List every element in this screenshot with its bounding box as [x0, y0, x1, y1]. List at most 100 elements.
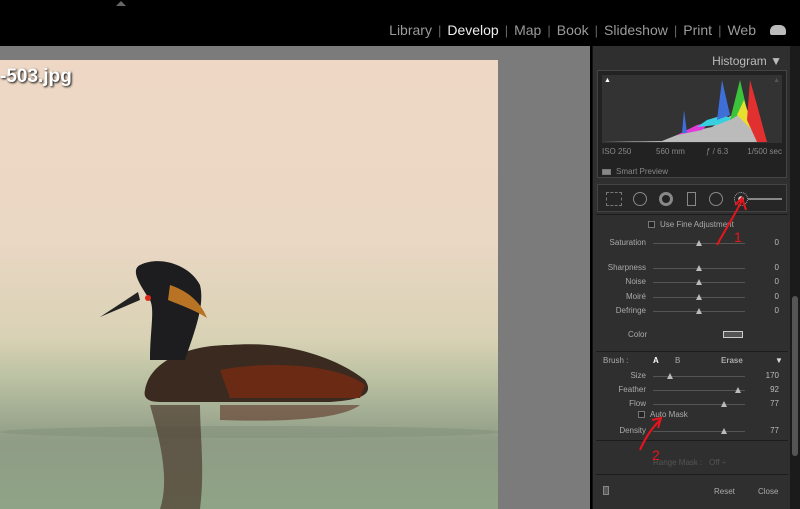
close-button[interactable]: Close: [758, 487, 778, 496]
slider-track[interactable]: [653, 240, 745, 246]
module-develop[interactable]: Develop: [441, 22, 504, 38]
smart-preview-status[interactable]: Smart Preview: [602, 167, 668, 176]
brush-label: Brush :: [603, 356, 629, 365]
spot-removal-tool-icon[interactable]: [633, 192, 647, 206]
slider-density[interactable]: Density 77: [593, 426, 791, 438]
color-swatch[interactable]: [723, 331, 743, 338]
slider-value[interactable]: 77: [770, 399, 779, 408]
color-label: Color: [628, 330, 648, 339]
slider-track[interactable]: [653, 294, 745, 300]
range-mask-label: Range Mask :: [653, 458, 703, 467]
exif-focal: 560 mm: [656, 147, 685, 156]
slider-noise[interactable]: Noise 0: [593, 277, 791, 289]
slider-thumb[interactable]: [696, 294, 702, 300]
fine-adjustment-option[interactable]: Use Fine Adjustment: [648, 220, 734, 229]
tool-strip: [597, 184, 787, 212]
range-mask[interactable]: Range Mask : Off ÷: [653, 458, 726, 467]
slider-thumb[interactable]: [696, 308, 702, 314]
module-slideshow[interactable]: Slideshow: [598, 22, 674, 38]
slider-thumb[interactable]: [666, 373, 673, 379]
module-print[interactable]: Print: [677, 22, 718, 38]
module-library[interactable]: Library: [383, 22, 438, 38]
slider-value[interactable]: 0: [775, 238, 779, 247]
module-web[interactable]: Web: [721, 22, 762, 38]
slider-value[interactable]: 0: [775, 306, 779, 315]
module-map[interactable]: Map: [508, 22, 547, 38]
histogram-graph: ▲ ▲: [602, 75, 782, 143]
brush-collapse-icon[interactable]: ▼: [775, 356, 783, 365]
red-eye-tool-icon[interactable]: [659, 192, 673, 206]
brush-erase-tab[interactable]: Erase: [721, 356, 743, 365]
slider-flow[interactable]: Flow 77: [593, 399, 791, 411]
slider-size[interactable]: Size 170: [593, 371, 791, 383]
slider-value[interactable]: 0: [775, 292, 779, 301]
slider-saturation[interactable]: Saturation 0: [593, 238, 791, 250]
slider-thumb[interactable]: [734, 387, 741, 393]
slider-thumb[interactable]: [696, 279, 702, 285]
slider-label: Flow: [629, 399, 646, 408]
reset-button[interactable]: Reset: [714, 487, 735, 496]
slider-label: Noise: [625, 277, 646, 286]
auto-mask-label: Auto Mask: [650, 410, 688, 419]
slider-track[interactable]: [653, 265, 745, 271]
mask-overlay-toggle-icon[interactable]: [603, 486, 609, 495]
slider-track[interactable]: [653, 428, 745, 434]
slider-defringe[interactable]: Defringe 0: [593, 306, 791, 318]
slider-track[interactable]: [653, 279, 745, 285]
slider-track[interactable]: [653, 401, 745, 407]
slider-value[interactable]: 0: [775, 263, 779, 272]
module-bar: Library | Develop | Map | Book | Slideshow | Print…: [0, 0, 800, 46]
filename-overlay: -503.jpg: [0, 66, 72, 87]
slider-thumb[interactable]: [696, 240, 702, 246]
collapse-triangle-icon: ▼: [770, 54, 782, 68]
fine-adjustment-label: Use Fine Adjustment: [660, 220, 734, 229]
collapse-top-panel-icon[interactable]: [116, 1, 126, 6]
histogram-panel: ▲ ▲ ISO 250 560 mm ƒ / 6.3 1/500 sec Sma…: [597, 70, 787, 178]
photo[interactable]: -503.jpg: [0, 60, 498, 509]
slider-sharpness[interactable]: Sharpness 0: [593, 263, 791, 275]
grebe-illustration: [0, 261, 498, 509]
range-mask-select[interactable]: Off ÷: [709, 458, 726, 467]
slider-thumb[interactable]: [720, 428, 727, 434]
slider-feather[interactable]: Feather 92: [593, 385, 791, 397]
auto-mask-checkbox[interactable]: [638, 411, 645, 419]
slider-track[interactable]: [653, 373, 745, 379]
exif-aperture: ƒ / 6.3: [706, 147, 729, 156]
highlight-clipping-icon[interactable]: ▲: [773, 77, 780, 84]
slider-label: Density: [619, 426, 646, 435]
slider-value[interactable]: 77: [770, 426, 779, 435]
slider-value[interactable]: 92: [770, 385, 779, 394]
module-picker: Library | Develop | Map | Book | Slideshow | Print…: [383, 22, 786, 38]
radial-filter-icon[interactable]: [709, 192, 723, 206]
slider-value[interactable]: 170: [766, 371, 779, 380]
scrollbar-thumb[interactable]: [792, 296, 798, 456]
adjustment-brush-icon[interactable]: [734, 192, 748, 206]
slider-label: Moiré: [625, 292, 646, 301]
auto-mask-option[interactable]: Auto Mask: [638, 410, 688, 419]
slider-track[interactable]: [653, 308, 745, 314]
slider-label: Saturation: [609, 238, 646, 247]
slider-thumb[interactable]: [696, 265, 702, 271]
slider-label: Size: [630, 371, 646, 380]
slider-moir[interactable]: Moiré 0: [593, 292, 791, 304]
graduated-filter-icon[interactable]: [687, 192, 696, 206]
histogram-header[interactable]: Histogram ▼: [712, 54, 782, 68]
module-book[interactable]: Book: [551, 22, 595, 38]
slider-track[interactable]: [653, 387, 745, 393]
panel-scrollbar[interactable]: [790, 46, 800, 509]
image-view[interactable]: -503.jpg: [0, 46, 590, 509]
slider-label: Defringe: [615, 306, 646, 315]
smart-preview-icon: [602, 168, 611, 175]
brush-header: Brush : A B Erase ▼: [603, 356, 783, 365]
brush-tool-slider[interactable]: [748, 198, 782, 200]
shadow-clipping-icon[interactable]: ▲: [604, 77, 611, 84]
brush-a-tab[interactable]: A: [653, 356, 659, 365]
exif-shutter: 1/500 sec: [747, 147, 782, 156]
fine-adjustment-checkbox[interactable]: [648, 221, 655, 229]
brush-b-tab[interactable]: B: [675, 356, 680, 365]
crop-tool-icon[interactable]: [606, 192, 622, 206]
histogram-title: Histogram: [712, 54, 767, 68]
cloud-sync-icon[interactable]: [770, 25, 786, 35]
slider-value[interactable]: 0: [775, 277, 779, 286]
slider-thumb[interactable]: [720, 401, 727, 407]
